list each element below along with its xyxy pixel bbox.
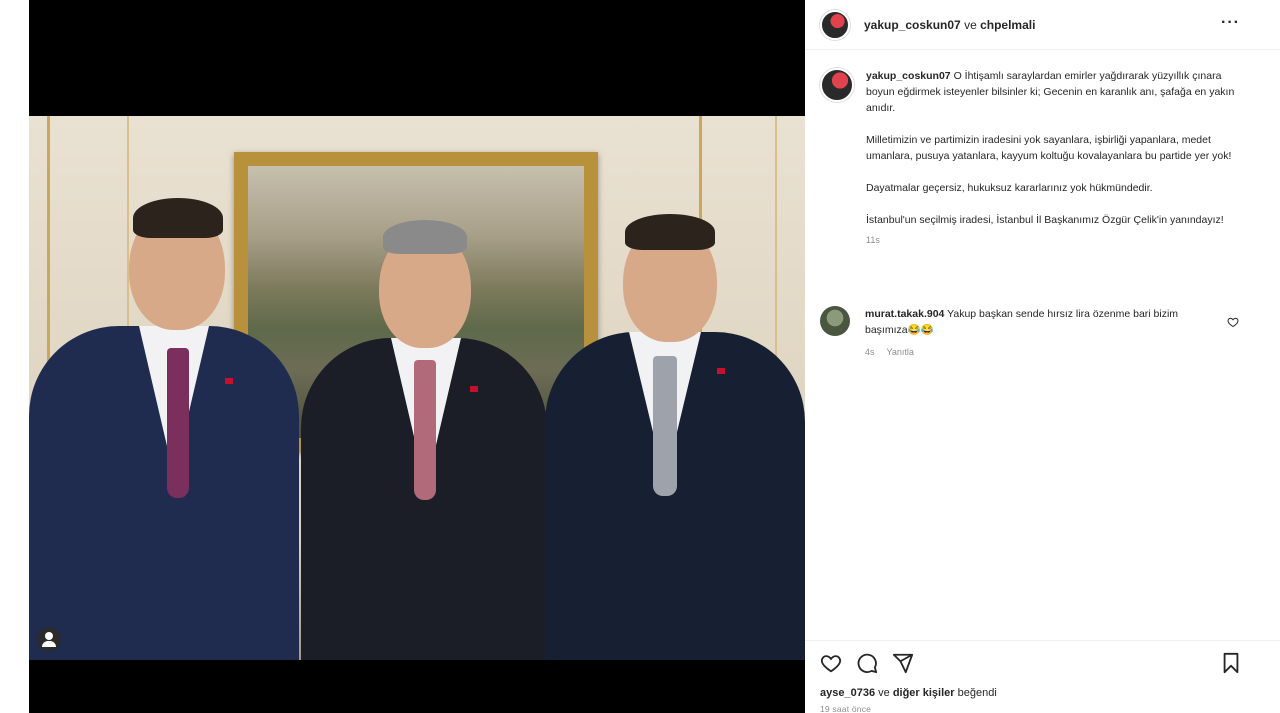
caption-username[interactable]: yakup_coskun07 (866, 70, 951, 82)
comment-username[interactable]: murat.takak.904 (865, 308, 944, 320)
caption-time: 11s (866, 235, 880, 245)
comment-like-heart-icon[interactable] (1227, 316, 1239, 328)
caption-avatar[interactable] (820, 68, 854, 102)
comment-icon[interactable] (856, 652, 878, 674)
comment-time: 4s (865, 347, 875, 357)
share-icon[interactable] (892, 652, 914, 674)
post-header: yakup_coskun07 ve chpelmali ··· (805, 0, 1280, 50)
heart-icon[interactable] (820, 652, 842, 674)
likes-suffix: beğendi (957, 687, 997, 699)
header-conjunction: ve (964, 17, 977, 32)
likes-conjunction: ve (878, 687, 890, 699)
caption-paragraph-4: İstanbul'un seçilmiş iradesi, İstanbul İ… (866, 214, 1224, 226)
caption-paragraph-2: Milletimizin ve partimizin iradesini yok… (866, 134, 1232, 162)
header-username[interactable]: yakup_coskun07 (864, 18, 961, 32)
left-gutter (0, 0, 29, 713)
likes-summary: ayse_0736 ve diğer kişiler beğendi (820, 687, 997, 699)
post-details-panel: yakup_coskun07 ve chpelmali ··· yakup_co… (805, 0, 1280, 713)
author-avatar[interactable] (820, 9, 850, 40)
caption-body: yakup_coskun07 O İhtişamlı saraylardan e… (866, 68, 1251, 248)
post-actions-bar (805, 640, 1280, 680)
more-options-icon[interactable]: ··· (1221, 14, 1240, 32)
commenter-avatar[interactable] (820, 306, 850, 336)
bookmark-icon[interactable] (1220, 652, 1242, 674)
comment-item: murat.takak.904 Yakup başkan sende hırsı… (820, 306, 1260, 360)
post-timestamp: 19 saat önce (820, 704, 872, 713)
post-photo (29, 116, 805, 660)
likes-others[interactable]: diğer kişiler (893, 687, 955, 699)
caption-paragraph-3: Dayatmalar geçersiz, hukuksuz kararların… (866, 182, 1153, 194)
post-header-title: yakup_coskun07 ve chpelmali (864, 18, 1035, 32)
comment-reply-button[interactable]: Yanıtla (887, 344, 914, 360)
post-caption: yakup_coskun07 O İhtişamlı saraylardan e… (820, 68, 1260, 248)
user-tag-icon[interactable] (37, 627, 61, 651)
post-media[interactable] (29, 0, 805, 713)
header-collaborator[interactable]: chpelmali (980, 18, 1035, 32)
likes-user[interactable]: ayse_0736 (820, 687, 875, 699)
